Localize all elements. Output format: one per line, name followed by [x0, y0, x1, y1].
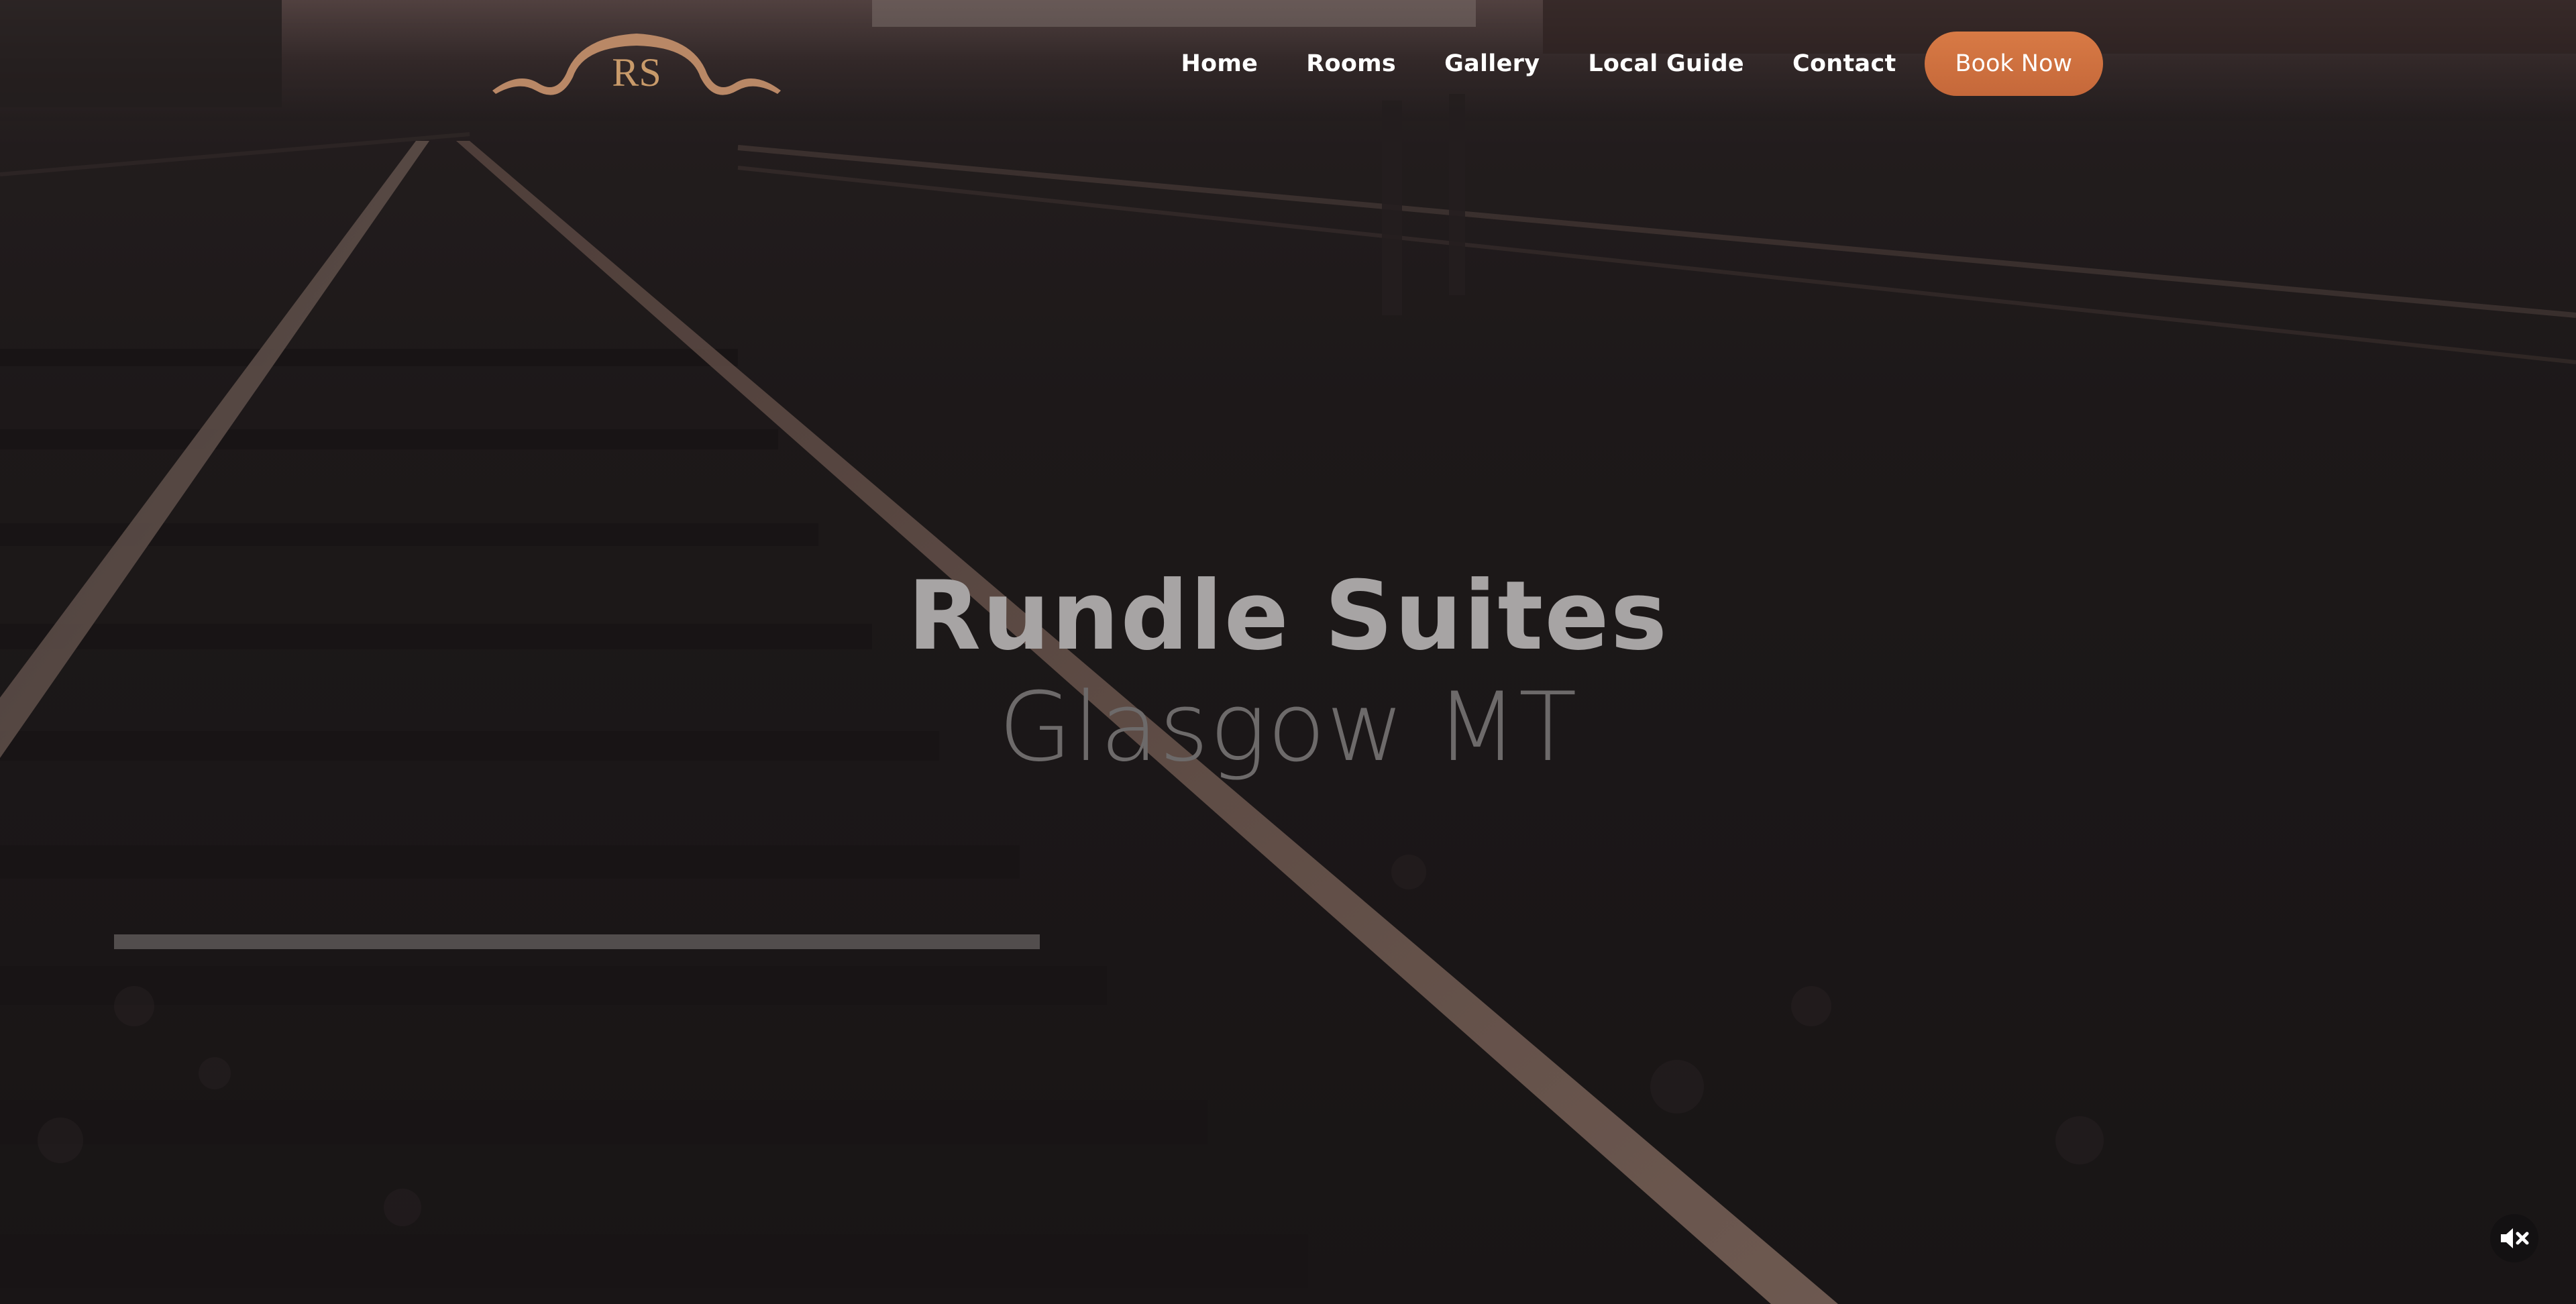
speaker-muted-icon: [2501, 1228, 2529, 1248]
mute-toggle-button[interactable]: [2490, 1214, 2538, 1262]
nav-local-guide[interactable]: Local Guide: [1588, 50, 1744, 77]
book-now-button[interactable]: Book Now: [1924, 32, 2103, 96]
nav-contact[interactable]: Contact: [1792, 50, 1896, 77]
hero-title: Rundle Suites: [907, 561, 1669, 671]
hero-subtitle: Glasgow MT: [998, 672, 1578, 783]
nav-gallery[interactable]: Gallery: [1444, 50, 1540, 77]
nav-home[interactable]: Home: [1181, 50, 1258, 77]
logo[interactable]: RS: [492, 27, 781, 101]
nav-rooms[interactable]: Rooms: [1306, 50, 1396, 77]
logo-emblem: RS: [492, 34, 781, 95]
main-nav: Home Rooms Gallery Local Guide Contact B…: [1181, 32, 2103, 96]
logo-letters: RS: [612, 50, 661, 95]
